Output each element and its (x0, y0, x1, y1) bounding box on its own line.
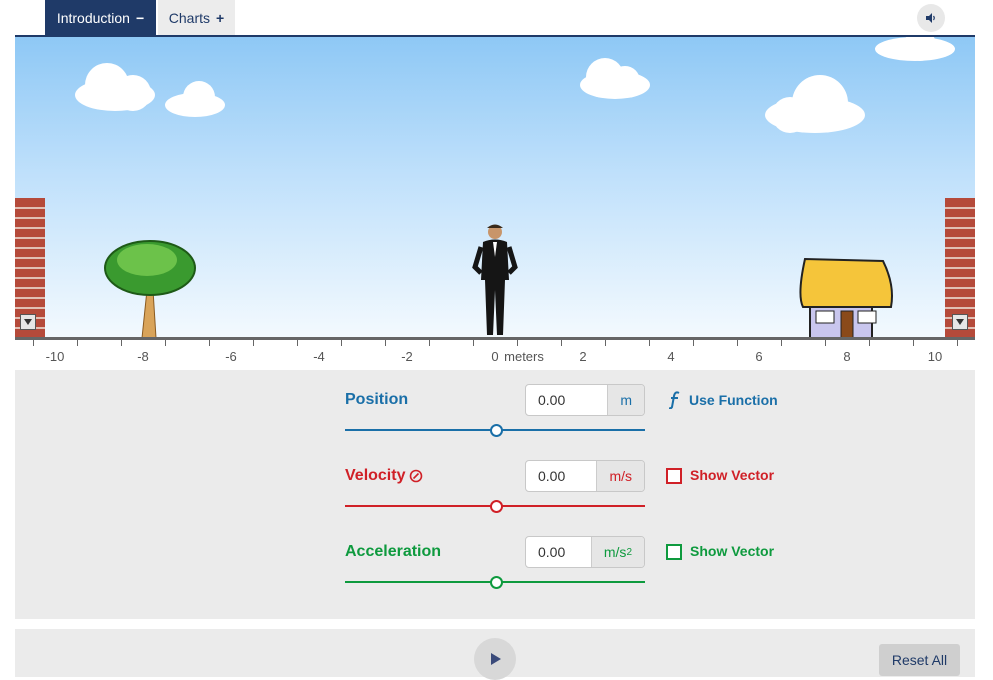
function-icon (669, 391, 680, 409)
velocity-show-vector-label[interactable]: Show Vector (690, 467, 774, 483)
house (799, 257, 893, 339)
control-panel: Position 0.00 m Use Function Velocity 0.… (15, 370, 975, 619)
triangle-down-icon (24, 319, 32, 325)
ruler-tick (297, 340, 298, 346)
cloud (765, 75, 865, 133)
acceleration-unit-base: m/s (603, 544, 627, 560)
axis-unit-label: meters (504, 349, 544, 364)
cloud (75, 63, 155, 111)
moving-man (472, 224, 518, 335)
minus-icon: − (135, 9, 145, 26)
ruler-tick-label: 6 (755, 349, 763, 364)
cloud (580, 58, 650, 99)
ruler-tick (781, 340, 782, 346)
play-button[interactable] (474, 638, 516, 680)
tab-bar: Introduction − Charts + (0, 0, 993, 36)
ruler-tick (429, 340, 430, 346)
ruler-tick (869, 340, 870, 346)
left-wall-toggle-button[interactable] (20, 314, 36, 330)
plus-icon: + (216, 9, 225, 26)
ruler-tick (253, 340, 254, 346)
motion-scene (15, 35, 975, 340)
cloud (875, 37, 955, 61)
velocity-label: Velocity (345, 467, 406, 484)
velocity-value: 0.00 (538, 468, 566, 484)
ruler-tick-label: 8 (843, 349, 851, 364)
tab-charts-label: Charts (168, 9, 211, 26)
acceleration-unit: m/s 2 (590, 537, 644, 567)
acceleration-show-vector-checkbox[interactable] (666, 544, 682, 560)
velocity-field[interactable]: 0.00 m/s (525, 460, 645, 492)
position-label: Position (345, 391, 409, 408)
ruler-tick-label: -8 (137, 349, 149, 364)
acceleration-show-vector-label[interactable]: Show Vector (690, 543, 774, 559)
tab-introduction[interactable]: Introduction − (45, 0, 156, 35)
tab-introduction-label: Introduction (56, 9, 130, 26)
position-field[interactable]: 0.00 m (525, 384, 645, 416)
ruler-tick-label: 0 (491, 349, 499, 364)
ruler-tick (341, 340, 342, 346)
speaker-icon (926, 13, 935, 23)
cloud (165, 81, 225, 117)
position-ruler: meters -10 -8 -6 -4 -2 0 2 4 6 8 10 (15, 340, 975, 370)
position-value: 0.00 (538, 392, 566, 408)
ruler-tick (385, 340, 386, 346)
ruler-tick (605, 340, 606, 346)
acceleration-unit-exponent: 2 (626, 546, 632, 558)
position-slider-thumb[interactable] (490, 424, 503, 437)
use-function-button[interactable]: Use Function (689, 392, 778, 408)
ruler-tick (561, 340, 562, 346)
acceleration-slider-thumb[interactable] (490, 576, 503, 589)
ruler-tick (957, 340, 958, 346)
ruler-tick-label: -10 (45, 349, 65, 364)
ruler-tick (121, 340, 122, 346)
velocity-show-vector-checkbox[interactable] (666, 468, 682, 484)
position-unit: m (607, 385, 644, 415)
acceleration-label: Acceleration (345, 543, 442, 560)
ruler-tick (33, 340, 34, 346)
ruler-tick-label: 10 (927, 349, 943, 364)
acceleration-value: 0.00 (538, 544, 566, 560)
ruler-tick-label: -4 (313, 349, 325, 364)
reset-all-button[interactable]: Reset All (879, 644, 960, 676)
ruler-tick (517, 340, 518, 346)
tab-charts[interactable]: Charts + (158, 0, 235, 35)
ruler-tick-label: 4 (667, 349, 675, 364)
ruler-tick-label: -6 (225, 349, 237, 364)
play-icon (491, 653, 501, 665)
ruler-tick-label: -2 (401, 349, 413, 364)
ruler-tick (693, 340, 694, 346)
ruler-tick (913, 340, 914, 346)
velocity-unit: m/s (596, 461, 644, 491)
dial-icon (409, 469, 423, 483)
ruler-tick (165, 340, 166, 346)
ruler-tick (77, 340, 78, 346)
acceleration-field[interactable]: 0.00 m/s 2 (525, 536, 645, 568)
ruler-tick (473, 340, 474, 346)
ruler-tick (825, 340, 826, 346)
ruler-tick (649, 340, 650, 346)
triangle-down-icon (956, 319, 964, 325)
ruler-tick (737, 340, 738, 346)
right-wall-toggle-button[interactable] (952, 314, 968, 330)
sound-button[interactable] (917, 4, 945, 32)
ruler-tick-label: 2 (579, 349, 587, 364)
tree (104, 240, 196, 339)
ruler-tick (209, 340, 210, 346)
velocity-slider-thumb[interactable] (490, 500, 503, 513)
